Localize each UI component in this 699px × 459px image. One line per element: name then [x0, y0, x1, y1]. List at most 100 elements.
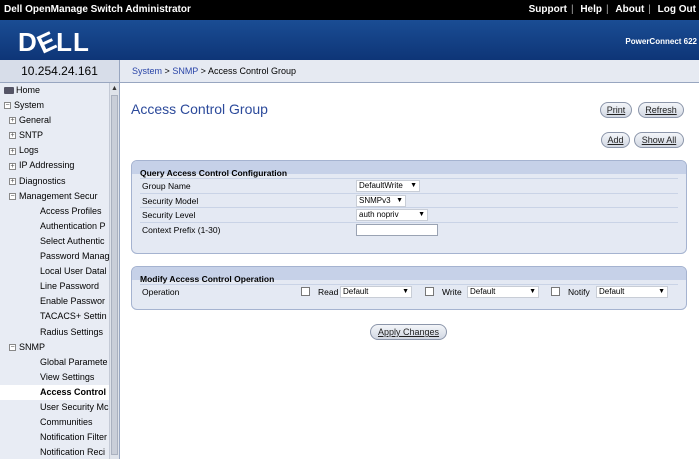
nav-label: Diagnostics — [19, 175, 66, 186]
breadcrumb-sep: > — [200, 66, 206, 76]
nav-diagnostics[interactable]: + Diagnostics — [0, 174, 110, 189]
support-link[interactable]: Support — [526, 4, 570, 15]
chevron-down-icon: ▼ — [410, 182, 417, 189]
nav-sntp[interactable]: + SNTP — [0, 128, 110, 143]
nav-snmp[interactable]: − SNMP — [0, 340, 110, 355]
plus-box-icon[interactable]: + — [9, 147, 16, 155]
nav-logs[interactable]: + Logs — [0, 143, 110, 158]
plus-box-icon[interactable]: + — [9, 132, 16, 140]
nav-tree: Home − System + General + SNTP + Logs + IP Ad… — [0, 83, 110, 459]
nav-management-security[interactable]: − Management Secur — [0, 189, 110, 204]
sidebar-scrollbar[interactable]: ▲ — [109, 83, 119, 459]
nav-label: Global Paramete — [40, 356, 108, 367]
modify-panel-title: Modify Access Control Operation — [140, 274, 275, 284]
top-links: Support | Help | About | Log Out — [526, 4, 699, 15]
plus-box-icon[interactable]: + — [9, 162, 16, 170]
nav-authentication-profiles[interactable]: Authentication P — [0, 219, 110, 234]
print-button[interactable]: Print — [600, 102, 632, 118]
write-checkbox[interactable] — [425, 287, 434, 296]
nav-home[interactable]: Home — [0, 83, 110, 98]
help-link[interactable]: Help — [577, 4, 605, 15]
minus-box-icon[interactable]: − — [9, 343, 16, 351]
nav-radius-settings[interactable]: Radius Settings — [0, 325, 110, 340]
group-name-row: Group Name DefaultWrite ▼ — [140, 178, 678, 193]
context-prefix-label: Context Prefix (1-30) — [142, 224, 221, 235]
read-select[interactable]: Default ▼ — [340, 286, 412, 298]
top-bar: Dell OpenManage Switch Administrator Sup… — [0, 0, 699, 20]
nav-label: TACACS+ Settin — [40, 311, 107, 322]
notify-label: Notify — [568, 287, 590, 297]
plus-box-icon[interactable]: + — [9, 177, 16, 185]
read-label: Read — [318, 287, 339, 297]
minus-box-icon[interactable]: − — [9, 192, 16, 200]
nav-general[interactable]: + General — [0, 113, 110, 128]
operation-row: Operation Read Default ▼ Write Default ▼ N… — [140, 284, 678, 299]
add-button[interactable]: Add — [601, 132, 630, 148]
nav-label: Local User Datal — [40, 266, 107, 277]
nav-label: System — [14, 100, 45, 111]
scrollbar-thumb[interactable] — [111, 95, 118, 455]
plus-box-icon[interactable]: + — [9, 117, 16, 125]
breadcrumb-current: Access Control Group — [207, 66, 296, 76]
query-panel-title: Query Access Control Configuration — [140, 168, 288, 178]
nav-label: SNMP — [19, 341, 46, 352]
nav-notification-recipients[interactable]: Notification Reci — [0, 445, 110, 459]
nav-access-control[interactable]: Access Control — [0, 384, 110, 400]
nav-access-profiles[interactable]: Access Profiles — [0, 204, 110, 219]
device-ip: 10.254.24.161 — [0, 60, 120, 83]
read-checkbox[interactable] — [301, 287, 310, 296]
nav-label: Communities — [40, 417, 93, 428]
operation-label: Operation — [142, 287, 180, 297]
chevron-down-icon: ▼ — [418, 211, 425, 218]
link-separator: | — [606, 4, 609, 15]
nav-label: Radius Settings — [40, 326, 104, 337]
show-all-button[interactable]: Show All — [634, 132, 684, 148]
nav-line-password[interactable]: Line Password — [0, 279, 110, 294]
nav-communities[interactable]: Communities — [0, 415, 110, 430]
nav-label: Notification Filter — [40, 432, 108, 443]
breadcrumb: System > SNMP > Access Control Group — [120, 60, 699, 83]
context-prefix-row: Context Prefix (1-30) — [140, 221, 678, 237]
chevron-down-icon: ▼ — [402, 288, 409, 295]
nav-select-authentication[interactable]: Select Authentic — [0, 234, 110, 249]
nav-label: View Settings — [40, 371, 95, 382]
modify-panel: Modify Access Control Operation Operatio… — [131, 266, 687, 310]
nav-global-parameters[interactable]: Global Paramete — [0, 355, 110, 370]
security-model-row: Security Model SNMPv3 ▼ — [140, 192, 678, 208]
write-select[interactable]: Default ▼ — [467, 286, 539, 298]
security-model-select[interactable]: SNMPv3 ▼ — [356, 194, 406, 207]
about-link[interactable]: About — [612, 4, 647, 15]
breadcrumb-sep: > — [164, 66, 170, 76]
context-prefix-input[interactable] — [356, 223, 438, 236]
security-level-select[interactable]: auth nopriv ▼ — [356, 209, 428, 221]
nav-password-management[interactable]: Password Manag — [0, 249, 110, 264]
nav-label: Access Profiles — [40, 205, 102, 216]
minus-box-icon[interactable]: − — [4, 102, 11, 110]
logout-link[interactable]: Log Out — [655, 4, 699, 15]
nav-label: Notification Reci — [40, 447, 106, 458]
chevron-down-icon: ▼ — [658, 288, 665, 295]
refresh-button[interactable]: Refresh — [638, 102, 684, 118]
nav-tacacs-settings[interactable]: TACACS+ Settin — [0, 309, 110, 324]
chevron-down-icon: ▼ — [529, 288, 536, 295]
nav-label: Logs — [19, 145, 39, 156]
breadcrumb-system[interactable]: System — [132, 66, 162, 76]
nav-local-user-database[interactable]: Local User Datal — [0, 264, 110, 279]
notify-checkbox[interactable] — [551, 287, 560, 296]
nav-notification-filter[interactable]: Notification Filter — [0, 430, 110, 445]
group-name-select[interactable]: DefaultWrite ▼ — [356, 180, 420, 192]
breadcrumb-snmp[interactable]: SNMP — [172, 66, 198, 76]
nav-enable-password[interactable]: Enable Passwor — [0, 294, 110, 309]
nav-label: Password Manag — [40, 251, 110, 262]
link-separator: | — [648, 4, 651, 15]
chevron-down-icon: ▼ — [396, 196, 403, 204]
nav-system[interactable]: − System — [0, 98, 110, 113]
security-model-label: Security Model — [142, 195, 199, 206]
nav-user-security-model[interactable]: User Security Mc — [0, 400, 110, 415]
nav-ip-addressing[interactable]: + IP Addressing — [0, 158, 110, 173]
scroll-up-icon[interactable]: ▲ — [111, 84, 118, 93]
notify-select[interactable]: Default ▼ — [596, 286, 668, 298]
nav-label: Select Authentic — [40, 235, 105, 246]
apply-changes-button[interactable]: Apply Changes — [370, 324, 447, 340]
nav-view-settings[interactable]: View Settings — [0, 370, 110, 385]
